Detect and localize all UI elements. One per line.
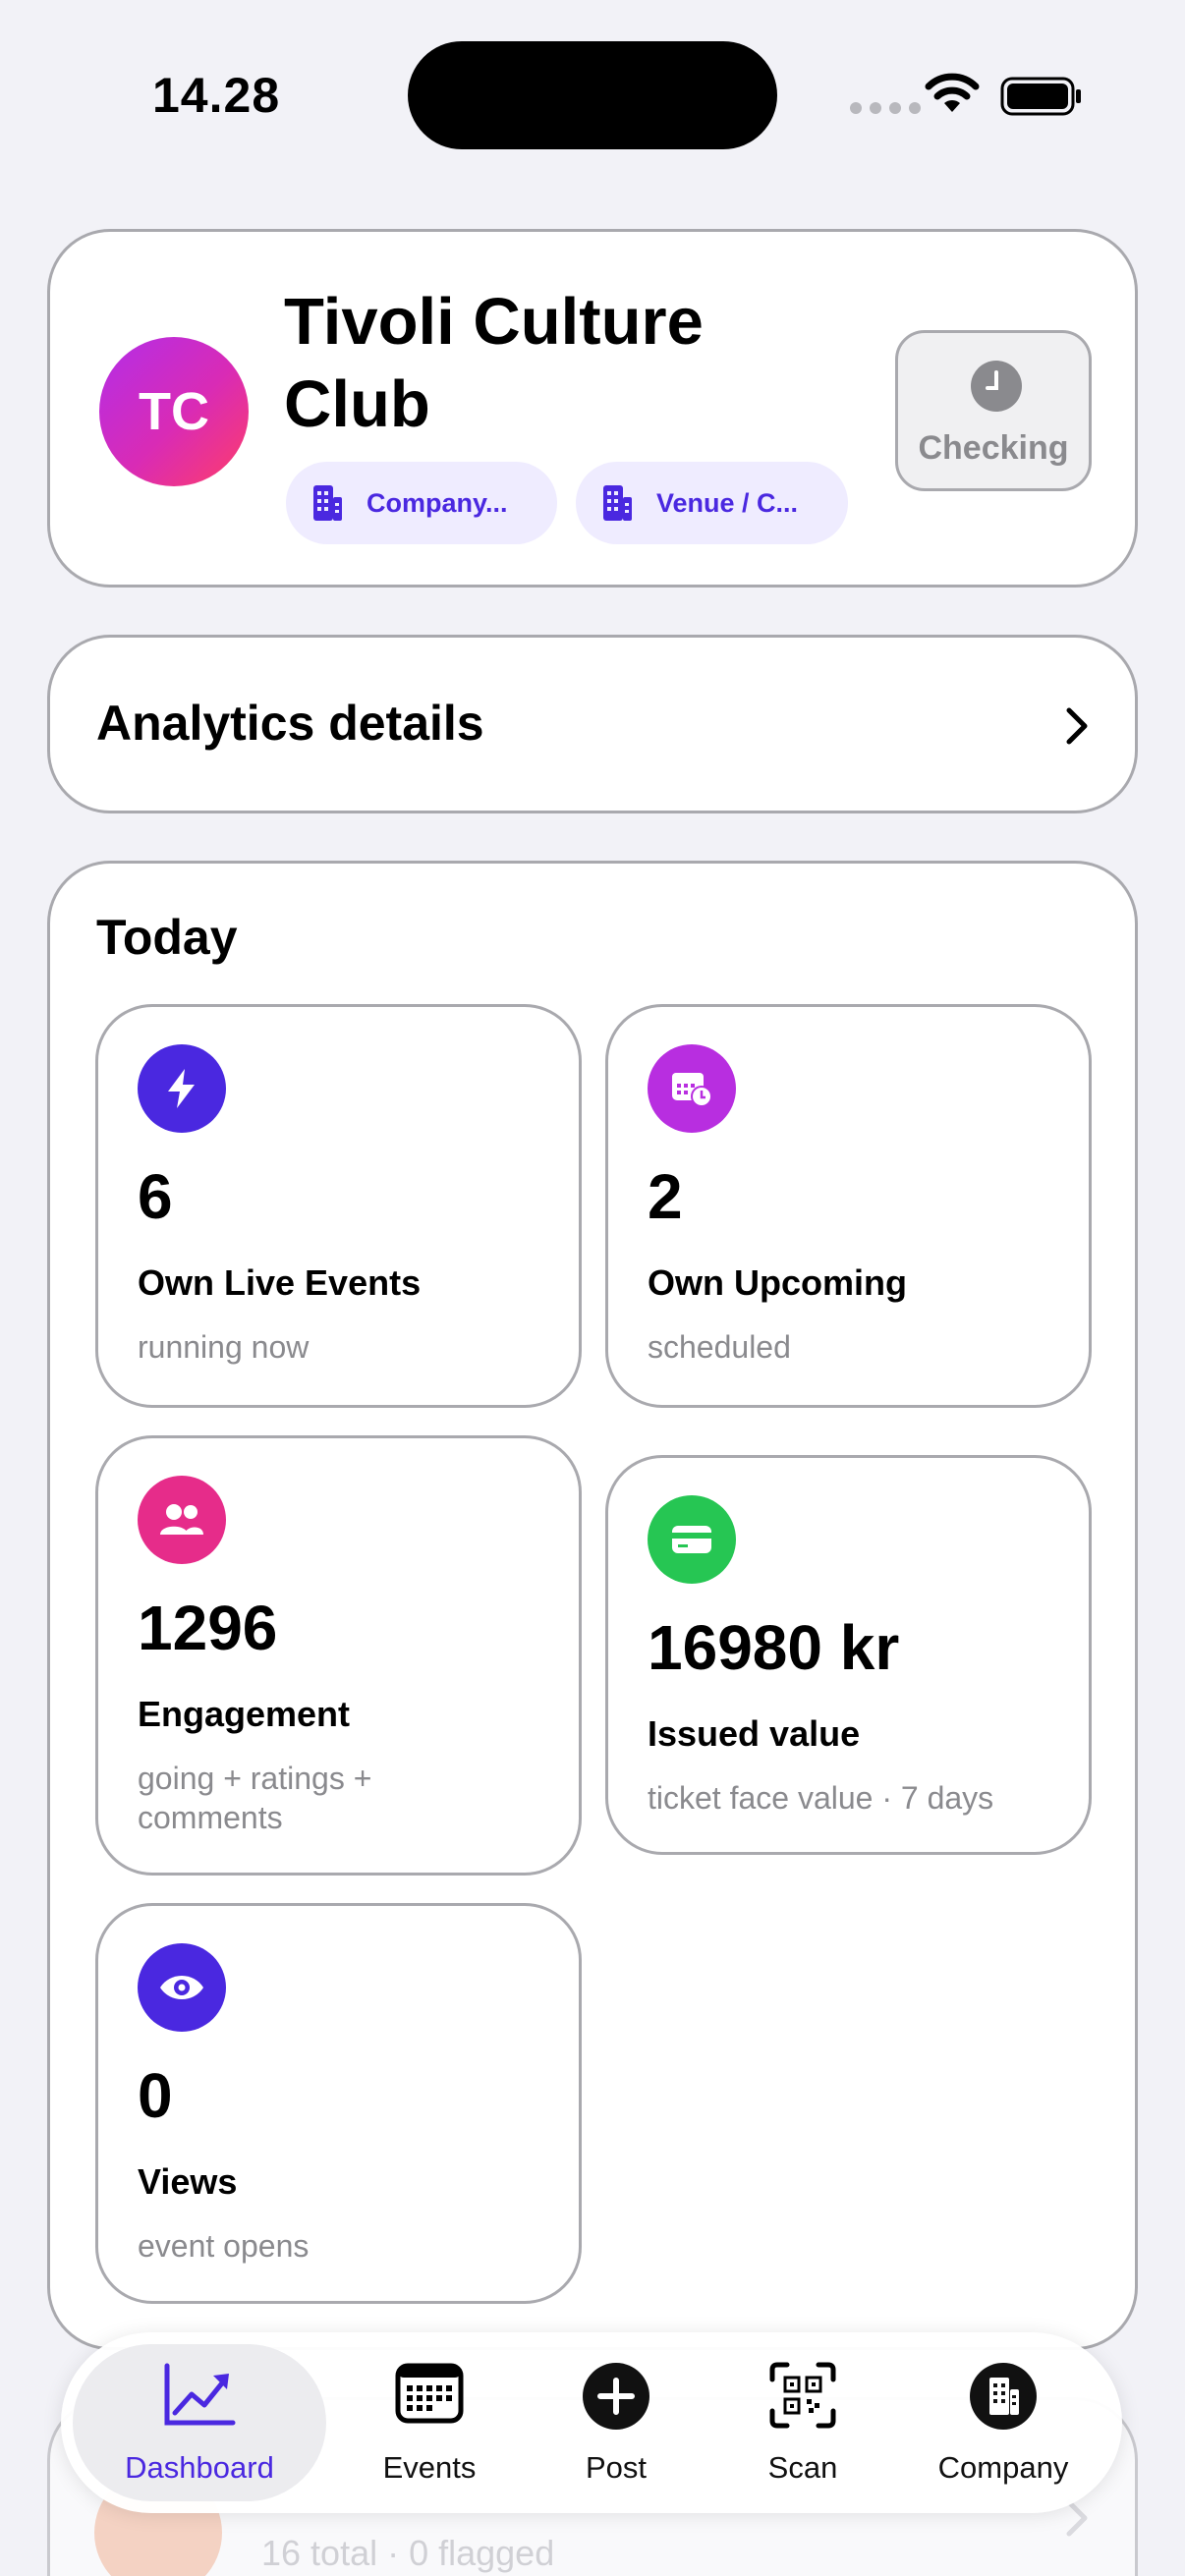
stat-value: 2 <box>648 1161 683 1232</box>
checking-button[interactable]: Checking <box>895 330 1092 491</box>
page-title: Tivoli Culture Club <box>284 285 704 441</box>
wifi-icon <box>925 73 980 112</box>
stat-subtitle: running now <box>138 1329 310 1365</box>
stat-value: 6 <box>138 1161 173 1232</box>
bolt-icon <box>138 1044 226 1133</box>
chevron-right-icon <box>1066 707 1088 745</box>
tab-label: Scan <box>767 2450 838 2485</box>
clock-icon <box>971 361 1022 412</box>
company-chip[interactable]: Company... <box>286 462 557 544</box>
stat-title: Engagement <box>138 1694 351 1734</box>
stat-title: Issued value <box>648 1713 861 1754</box>
chart-line-icon <box>164 2363 236 2426</box>
building-icon <box>313 485 342 521</box>
building-circle-icon <box>970 2363 1037 2430</box>
stat-title: Own Upcoming <box>648 1262 907 1303</box>
stat-card-upcoming[interactable]: 2 Own Upcoming scheduled <box>605 1004 1092 1408</box>
analytics-details-row[interactable]: Analytics details <box>47 635 1138 813</box>
today-card: Today 6 Own Live Events running now 2 Ow… <box>47 861 1138 2350</box>
stat-card-views[interactable]: 0 Views event opens <box>95 1903 582 2304</box>
tab-label: Events <box>382 2450 477 2485</box>
avatar: TC <box>99 337 249 486</box>
tab-label: Company <box>937 2450 1069 2485</box>
plus-circle-icon <box>583 2363 649 2430</box>
stat-value: 16980 kr <box>648 1612 900 1683</box>
tab-label: Post <box>585 2450 648 2485</box>
dynamic-island <box>408 41 777 149</box>
eye-icon <box>138 1943 226 2032</box>
stat-subtitle: going + ratings + comments <box>138 1761 372 1835</box>
status-time: 14.28 <box>152 68 281 123</box>
tab-post[interactable]: Post <box>523 2332 709 2513</box>
company-header-card: TC Tivoli Culture Club Company... Venue … <box>47 229 1138 588</box>
stat-card-live-events[interactable]: 6 Own Live Events running now <box>95 1004 582 1408</box>
stat-card-issued-value[interactable]: 16980 kr Issued value ticket face value … <box>605 1455 1092 1855</box>
moderation-subtitle: 16 total · 0 flagged <box>261 2533 555 2573</box>
tab-label: Dashboard <box>125 2450 274 2485</box>
stat-value: 1296 <box>138 1593 278 1663</box>
tab-company[interactable]: Company <box>896 2332 1110 2513</box>
battery-icon <box>1000 77 1081 116</box>
venue-chip[interactable]: Venue / C... <box>576 462 848 544</box>
today-title: Today <box>96 910 238 965</box>
tab-events[interactable]: Events <box>336 2332 523 2513</box>
people-icon <box>138 1476 226 1564</box>
stat-card-engagement[interactable]: 1296 Engagement going + ratings + commen… <box>95 1435 582 1876</box>
analytics-details-label: Analytics details <box>96 696 484 751</box>
qr-scan-icon <box>769 2362 836 2429</box>
stat-subtitle: scheduled <box>648 1329 791 1365</box>
card-icon <box>648 1495 736 1584</box>
screen: 14.28 TC Tivoli Culture Club Company... <box>0 0 1185 2576</box>
tab-bar: Dashboard Events Post Scan Company <box>61 2332 1122 2513</box>
calendar-icon <box>395 2363 464 2424</box>
venue-chip-label: Venue / C... <box>656 487 799 518</box>
building-icon <box>603 485 632 521</box>
tab-scan[interactable]: Scan <box>709 2332 896 2513</box>
stat-subtitle: event opens <box>138 2228 310 2264</box>
stat-value: 0 <box>138 2060 173 2131</box>
tab-dashboard[interactable]: Dashboard <box>73 2332 326 2513</box>
stat-subtitle: ticket face value · 7 days <box>648 1780 994 1816</box>
stat-title: Own Live Events <box>138 1262 422 1303</box>
calendar-clock-icon <box>648 1044 736 1133</box>
company-chip-label: Company... <box>367 487 508 518</box>
cellular-icon <box>850 102 921 114</box>
stat-title: Views <box>138 2161 238 2202</box>
checking-label: Checking <box>918 429 1069 467</box>
